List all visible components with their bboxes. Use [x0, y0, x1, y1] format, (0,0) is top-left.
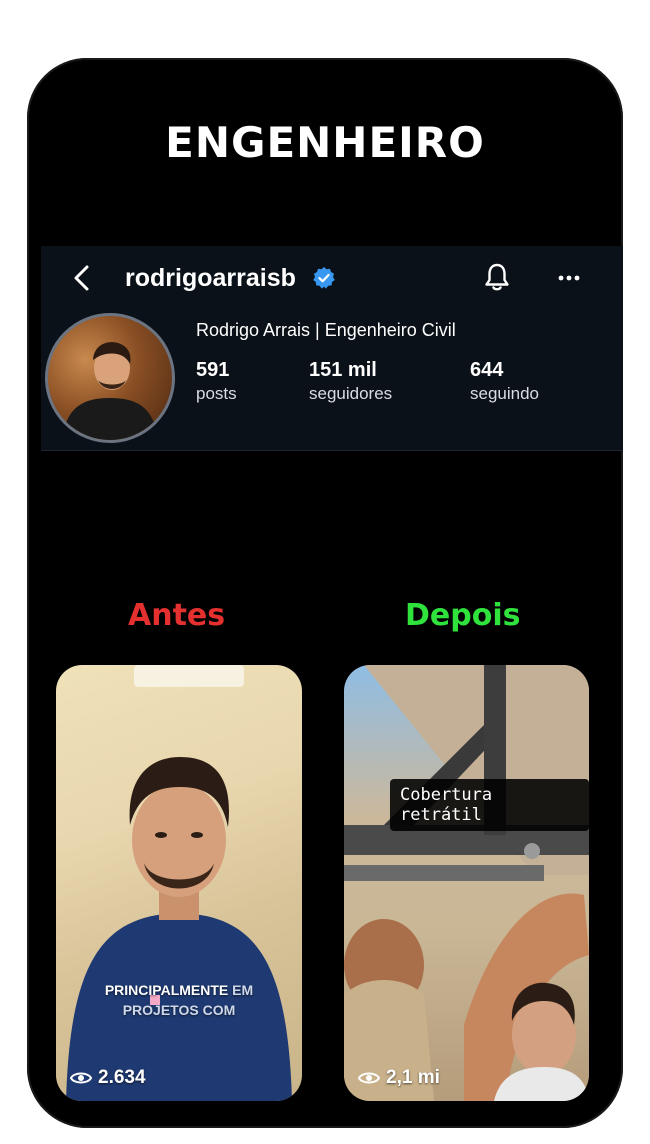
followers-stat[interactable]: 151 mil seguidores [309, 358, 392, 406]
username[interactable]: rodrigoarraisb [125, 262, 296, 294]
avatar[interactable] [45, 313, 175, 443]
after-label: Depois [405, 598, 521, 633]
profile-header: rodrigoarraisb Rodrigo Arrais | Engenhei… [41, 246, 623, 451]
profile-display-name: Rodrigo Arrais | Engenheiro Civil [196, 320, 456, 340]
header-divider [41, 450, 623, 451]
view-count: 2,1 mi [358, 1067, 440, 1089]
retractable-roof-illustration [344, 665, 589, 1101]
more-options-icon[interactable] [554, 263, 584, 293]
posts-stat[interactable]: 591 posts [196, 358, 237, 406]
video-caption: PRINCIPALMENTE EM PROJETOS COM [56, 980, 302, 1020]
back-arrow-icon[interactable] [70, 262, 94, 294]
video-tag-label: Cobertura retrátil [390, 779, 589, 831]
video-thumbnail-before[interactable]: PRINCIPALMENTE EM PROJETOS COM 2.634 [56, 665, 302, 1101]
headline: ENGENHEIRO [165, 118, 485, 167]
following-label: seguindo [470, 384, 540, 403]
view-count: 2.634 [70, 1067, 146, 1089]
video-thumbnail-after[interactable]: Cobertura retrátil 2,1 mi [344, 665, 589, 1101]
view-count-value: 2,1 mi [386, 1067, 440, 1088]
caption-line2: PROJETOS COM [122, 1002, 236, 1018]
posts-label: posts [196, 384, 237, 403]
caption-line1-part2: EM [232, 982, 254, 998]
following-count: 644 [470, 359, 504, 381]
following-stat[interactable]: 644 seguindo [470, 358, 539, 406]
view-count-value: 2.634 [98, 1067, 146, 1088]
followers-count: 151 mil [309, 359, 377, 381]
verified-badge-icon [313, 267, 335, 289]
followers-label: seguidores [309, 384, 393, 403]
phone-frame: ENGENHEIRO rodrigoarraisb Rodrigo Arrais… [27, 58, 623, 1128]
eye-icon [70, 1072, 92, 1084]
caption-line1-part1: PRINCIPALMENTE [104, 982, 229, 998]
posts-count: 591 [196, 359, 230, 381]
before-label: Antes [128, 598, 226, 633]
bell-icon[interactable] [482, 261, 512, 293]
avatar-portrait-icon [62, 342, 158, 440]
presenter-illustration [66, 665, 292, 1101]
eye-icon [358, 1072, 380, 1084]
